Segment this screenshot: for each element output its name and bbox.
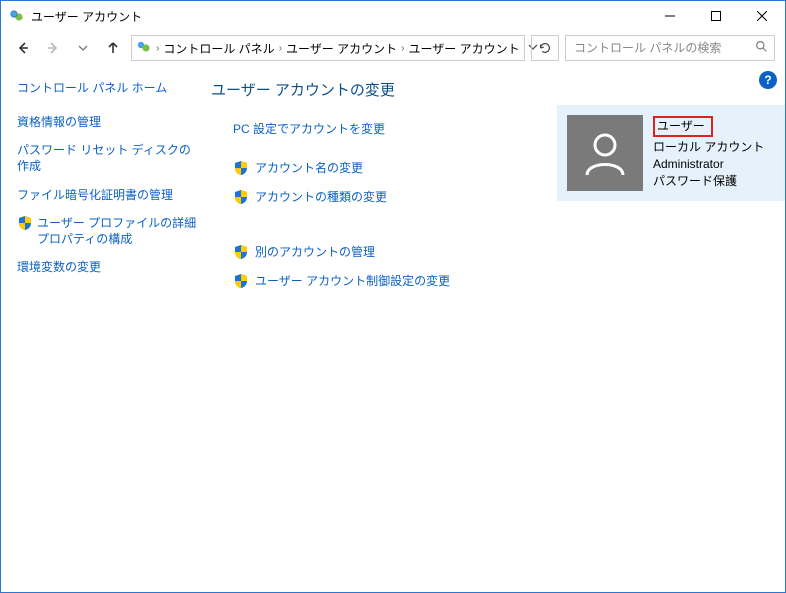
close-button[interactable] xyxy=(739,1,785,31)
task-manage-other-account[interactable]: 別のアカウントの管理 xyxy=(233,243,771,260)
user-info: ユーザー ローカル アカウント Administrator パスワード保護 xyxy=(653,116,764,189)
nav-link-label: パスワード リセット ディスクの作成 xyxy=(17,142,197,174)
chevron-right-icon: › xyxy=(279,43,282,54)
shield-icon xyxy=(17,215,33,231)
search-icon xyxy=(755,40,768,56)
recent-locations-button[interactable] xyxy=(71,36,95,60)
breadcrumb-item[interactable]: コントロール パネル xyxy=(163,40,274,57)
nav-link-label: 環境変数の変更 xyxy=(17,259,101,275)
titlebar: ユーザー アカウント xyxy=(1,1,785,31)
back-button[interactable] xyxy=(11,36,35,60)
search-input[interactable] xyxy=(572,40,736,56)
task-label: アカウントの種類の変更 xyxy=(255,188,387,205)
app-icon xyxy=(9,8,25,24)
forward-button[interactable] xyxy=(41,36,65,60)
avatar xyxy=(567,115,643,191)
control-panel-home-label: コントロール パネル ホーム xyxy=(17,81,167,95)
shield-icon xyxy=(233,189,249,205)
nav-link-label: 資格情報の管理 xyxy=(17,114,101,130)
task-label: 別のアカウントの管理 xyxy=(255,243,375,260)
shield-icon xyxy=(233,273,249,289)
minimize-button[interactable] xyxy=(647,1,693,31)
nav-link-env-vars[interactable]: 環境変数の変更 xyxy=(17,259,197,275)
left-nav: コントロール パネル ホーム 資格情報の管理 パスワード リセット ディスクの作… xyxy=(1,65,205,592)
up-button[interactable] xyxy=(101,36,125,60)
user-name-highlight: ユーザー xyxy=(653,116,713,137)
nav-link-file-encryption-cert[interactable]: ファイル暗号化証明書の管理 xyxy=(17,187,197,203)
breadcrumb-item[interactable]: ユーザー アカウント xyxy=(286,40,397,57)
address-icon xyxy=(136,39,152,58)
shield-icon xyxy=(233,244,249,260)
control-panel-home-link[interactable]: コントロール パネル ホーム xyxy=(17,79,197,96)
nav-link-label: ユーザー プロファイルの詳細プロパティの構成 xyxy=(37,215,197,247)
content-area: ? コントロール パネル ホーム 資格情報の管理 パスワード リセット ディスク… xyxy=(1,65,785,592)
current-user-card: ユーザー ローカル アカウント Administrator パスワード保護 xyxy=(557,105,785,201)
window-title: ユーザー アカウント xyxy=(31,8,142,25)
address-bar[interactable]: › コントロール パネル › ユーザー アカウント › ユーザー アカウント xyxy=(131,35,525,61)
user-password-status: パスワード保護 xyxy=(653,174,737,188)
task-label: ユーザー アカウント制御設定の変更 xyxy=(255,272,450,289)
nav-link-label: ファイル暗号化証明書の管理 xyxy=(17,187,173,203)
nav-link-password-reset-disk[interactable]: パスワード リセット ディスクの作成 xyxy=(17,142,197,174)
user-role: Administrator xyxy=(653,157,724,171)
nav-link-advanced-profile[interactable]: ユーザー プロファイルの詳細プロパティの構成 xyxy=(17,215,197,247)
search-box[interactable] xyxy=(565,35,775,61)
nav-link-credentials[interactable]: 資格情報の管理 xyxy=(17,114,197,130)
user-account-type: ローカル アカウント xyxy=(653,140,764,154)
window: ユーザー アカウント xyxy=(0,0,786,593)
page-heading: ユーザー アカウントの変更 xyxy=(211,79,771,100)
refresh-button[interactable] xyxy=(531,35,559,61)
shield-icon xyxy=(233,160,249,176)
maximize-button[interactable] xyxy=(693,1,739,31)
task-label: アカウント名の変更 xyxy=(255,159,363,176)
toolbar: › コントロール パネル › ユーザー アカウント › ユーザー アカウント xyxy=(1,31,785,65)
task-change-uac-settings[interactable]: ユーザー アカウント制御設定の変更 xyxy=(233,272,771,289)
task-label: PC 設定でアカウントを変更 xyxy=(233,120,385,137)
chevron-right-icon: › xyxy=(401,43,404,54)
breadcrumb-item[interactable]: ユーザー アカウント xyxy=(408,40,519,57)
main-panel: ユーザー アカウントの変更 PC 設定でアカウントを変更 アカウント名の変更 ア… xyxy=(205,65,785,592)
chevron-right-icon: › xyxy=(156,43,159,54)
